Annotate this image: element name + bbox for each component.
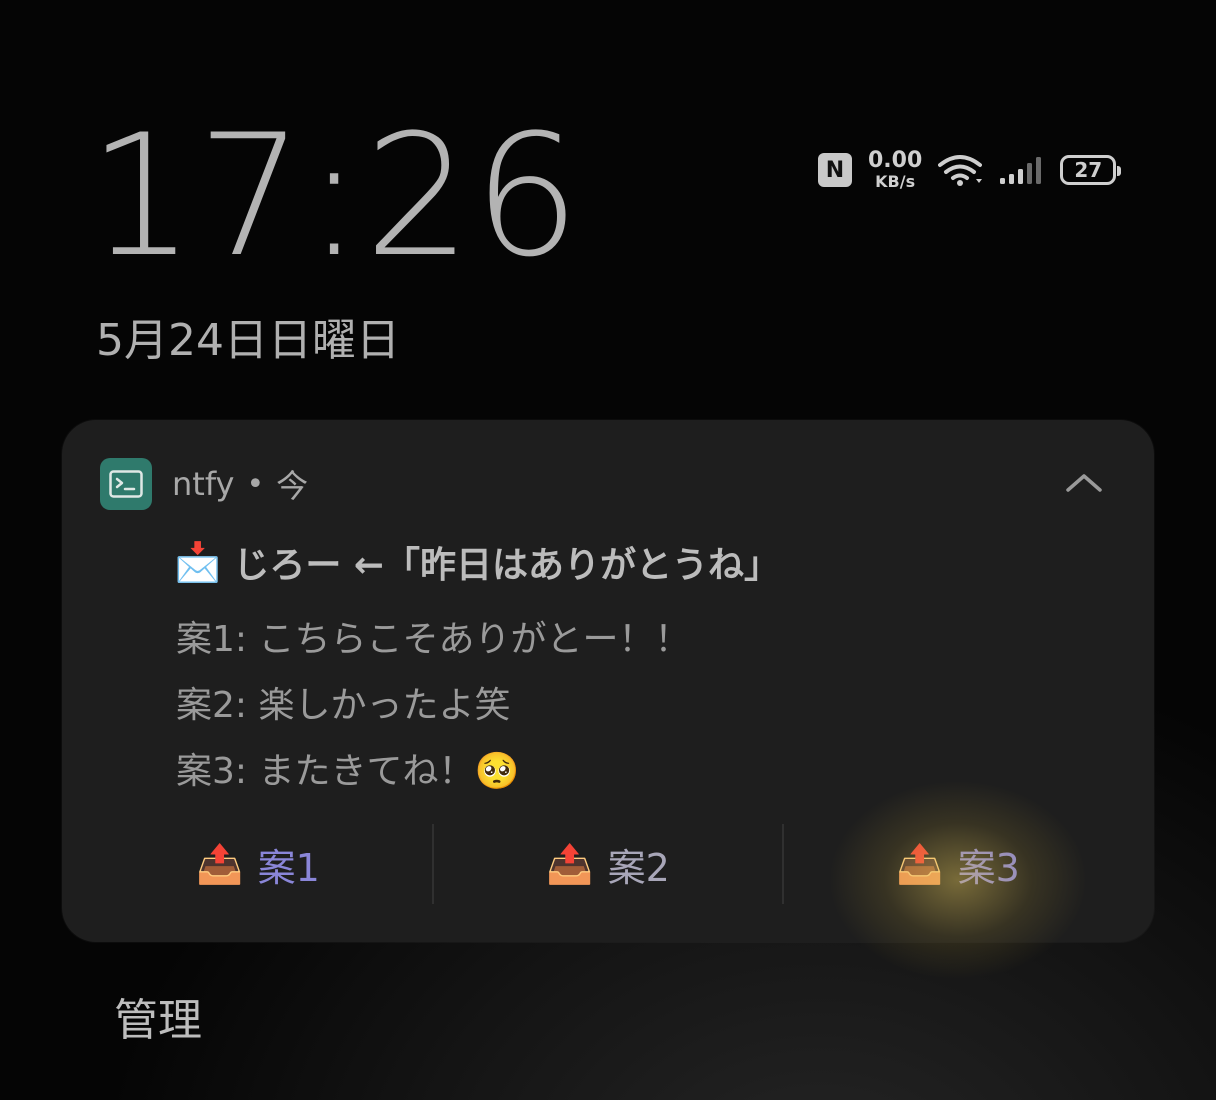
nfc-icon: N (818, 153, 852, 187)
outbox-tray-icon: 📤 (546, 841, 594, 886)
action-label-2: 案2 (607, 845, 670, 890)
action-button-2[interactable]: 📤 案2 (434, 824, 782, 904)
notification-line-2: 案2: 楽しかったよ笑 (176, 685, 511, 726)
lockscreen-clock: 17:26 (88, 98, 583, 294)
network-speed-unit: KB/s (875, 172, 916, 191)
outbox-tray-icon: 📤 (196, 841, 244, 886)
collapse-chevron-icon[interactable] (1064, 468, 1104, 498)
action-button-3[interactable]: 📤 案3 (784, 824, 1132, 904)
network-speed-value: 0.00 (868, 148, 923, 173)
notification-header: ntfy • 今 (100, 458, 308, 510)
status-bar: N 0.00 KB/s 27 (818, 150, 1122, 190)
notification-actions: 📤 案1 📤 案2 📤 案3 (84, 824, 1132, 904)
cell-signal-icon (998, 154, 1044, 186)
action-button-1[interactable]: 📤 案1 (84, 824, 432, 904)
incoming-envelope-icon: 📩 (174, 539, 222, 584)
app-name: ntfy (172, 465, 235, 503)
outbox-tray-icon: 📤 (896, 841, 944, 886)
battery-level: 27 (1074, 158, 1103, 182)
notification-time: 今 (276, 467, 309, 505)
notification-card[interactable]: ntfy • 今 📩 じろー ←「昨日はありがとうね」 案1: こちらこそありが… (62, 420, 1154, 942)
action-label-3: 案3 (957, 845, 1020, 890)
notification-title-text: じろー ←「昨日はありがとうね」 (233, 545, 781, 586)
battery-icon: 27 (1060, 155, 1122, 185)
notification-line-1: 案1: こちらこそありがとー！！ (176, 619, 691, 660)
wifi-icon (938, 153, 983, 187)
action-label-1: 案1 (257, 845, 320, 890)
lockscreen-date: 5月24日日曜日 (96, 315, 400, 366)
lock-screen: 17:26 5月24日日曜日 N 0.00 KB/s 27 ntfy • 今 📩… (0, 0, 1216, 1100)
notification-title: 📩 じろー ←「昨日はありがとうね」 (174, 536, 780, 588)
header-separator: • (246, 466, 265, 502)
network-speed: 0.00 KB/s (868, 150, 922, 190)
terminal-icon (100, 458, 152, 510)
manage-button[interactable]: 管理 (114, 984, 202, 1048)
notification-line-3: 案3: またきてね！🥺 (176, 751, 520, 792)
